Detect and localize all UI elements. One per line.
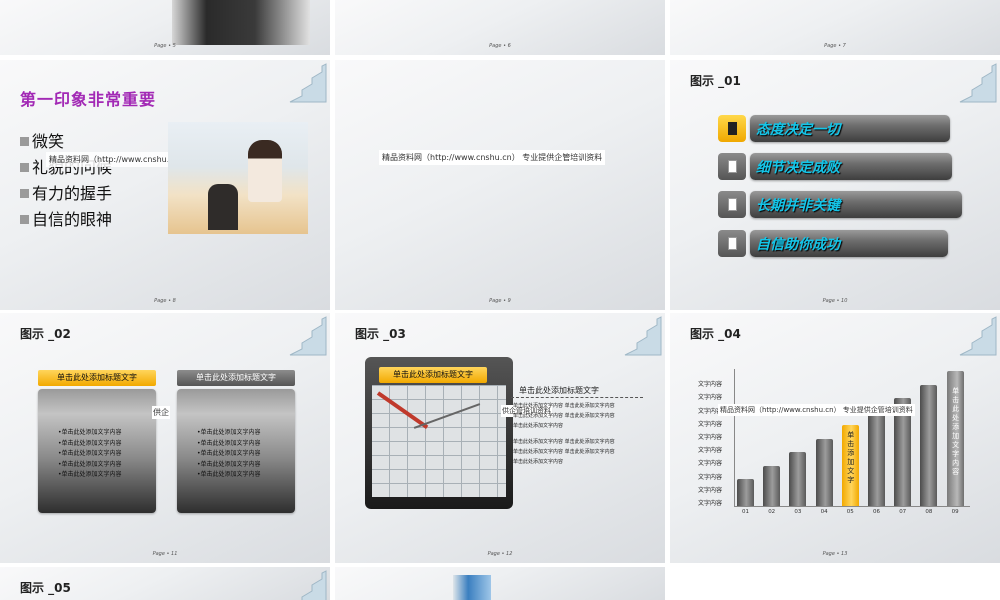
stairs-decoration-icon bbox=[301, 570, 327, 600]
slide-title: 图示 _05 bbox=[20, 581, 71, 595]
bullet-item: 微笑 bbox=[20, 128, 64, 152]
slide-thumb-5[interactable]: Page • 5 bbox=[0, 0, 330, 55]
slide-title: 图示 _02 bbox=[20, 327, 71, 341]
stairs-decoration-icon bbox=[959, 316, 997, 356]
section-title: 单击此处添加标题文字 bbox=[519, 386, 599, 395]
y-tick-label: 文字内容 bbox=[698, 381, 723, 389]
bullet-item: 自信的眼神 bbox=[20, 206, 112, 230]
bullet-list: •单击此处添加文字内容 •单击此处添加文字内容 •单击此处添加文字内容 •单击此处添加… bbox=[58, 429, 122, 478]
slide-thumb-10[interactable]: 图示 _01 态度决定一切 细节决定成败 长期并非关键 自信助你成功 Page … bbox=[670, 60, 1000, 310]
checkbox-icon bbox=[718, 153, 746, 180]
slide-thumb-14[interactable]: 图示 _05 bbox=[0, 567, 330, 600]
x-tick-label: 07 bbox=[899, 509, 907, 515]
dotted-divider bbox=[511, 397, 643, 398]
y-tick-label: 文字内容 bbox=[698, 394, 723, 402]
panel-header: 单击此处添加标题文字 bbox=[177, 370, 295, 386]
stairs-decoration-icon bbox=[959, 63, 997, 103]
bar-label: 单击此处添加文字内容 bbox=[952, 387, 960, 476]
y-tick-label: 文字内容 bbox=[698, 460, 723, 468]
slide-thumb-15[interactable] bbox=[335, 567, 665, 600]
statement-bar: 态度决定一切 bbox=[750, 115, 950, 142]
checkbox-icon bbox=[718, 115, 746, 142]
slide-thumb-11[interactable]: 图示 _02 单击此处添加标题文字 单击此处添加标题文字 供企 •单击此处添加文… bbox=[0, 313, 330, 563]
bullet-item: 有力的握手 bbox=[20, 180, 112, 204]
statement-bar: 长期并非关键 bbox=[750, 191, 962, 218]
statement-bar: 自信助你成功 bbox=[750, 230, 948, 257]
page-number: Page • 11 bbox=[152, 551, 178, 557]
bar-label: 单击添加文字 bbox=[847, 431, 855, 484]
watermark-text: 精品资料网（http://www.cnshu.cn） 专业提供企管培训资料 bbox=[379, 150, 606, 165]
slide-thumb-8[interactable]: 第一印象非常重要 微笑 礼貌的问候 有力的握手 自信的眼神 精品资料网（http… bbox=[0, 60, 330, 310]
stairs-decoration-icon bbox=[289, 63, 327, 103]
x-tick-label: 04 bbox=[820, 509, 828, 515]
y-tick-label: 文字内容 bbox=[698, 486, 723, 494]
slide-title: 图示 _04 bbox=[690, 327, 741, 341]
blueprint-image bbox=[372, 385, 506, 497]
slide-title: 图示 _01 bbox=[690, 74, 741, 88]
slide-thumb-6[interactable]: Page • 6 bbox=[335, 0, 665, 55]
image-frame: 单击此处添加标题文字 bbox=[365, 357, 513, 509]
y-tick-label: 文字内容 bbox=[698, 473, 723, 481]
x-axis bbox=[734, 506, 970, 507]
slide-thumb-13[interactable]: 图示 _04 文字内容 文字内容 文字内容 文字内容 文字内容 文字内容 文字内容 文字内容文… bbox=[670, 313, 1000, 563]
bar-01 bbox=[737, 479, 754, 506]
x-tick-label: 03 bbox=[794, 509, 802, 515]
bar-08 bbox=[920, 384, 938, 506]
y-tick-label: 文字内容 bbox=[698, 434, 723, 441]
page-number: Page • 9 bbox=[489, 298, 511, 304]
slide-thumb-7[interactable]: Page • 7 bbox=[670, 0, 1000, 55]
bullet-list: •单击此处添加文字内容 •单击此处添加文字内容 •单击此处添加文字内容 •单击此处添加… bbox=[197, 429, 261, 478]
page-number: Page • 10 bbox=[822, 298, 848, 304]
statement-bar: 细节决定成败 bbox=[750, 153, 952, 180]
page-number: Page • 5 bbox=[154, 43, 176, 49]
stairs-decoration-icon bbox=[289, 316, 327, 356]
slide-photo bbox=[172, 0, 310, 45]
office-photo bbox=[168, 122, 308, 234]
x-tick-label: 08 bbox=[925, 509, 933, 515]
bar-06 bbox=[868, 411, 885, 506]
content-list: 单击此处添加文字内容 单击此处添加文字内容 单击此处添加文字内容 单击此处添加文… bbox=[513, 403, 615, 465]
watermark-text: 精品资料网（http://www.cnshu.cn） 专业提供企管培训资料 bbox=[718, 404, 915, 416]
watermark-text: 供企 bbox=[152, 406, 170, 419]
page-number: Page • 12 bbox=[487, 551, 513, 557]
y-axis bbox=[734, 369, 735, 506]
x-tick-label: 01 bbox=[742, 509, 749, 515]
y-tick-label: 文字内容 bbox=[698, 420, 723, 428]
x-tick-label: 06 bbox=[873, 509, 880, 515]
slide-thumb-9[interactable]: 精品资料网（http://www.cnshu.cn） 专业提供企管培训资料 Pa… bbox=[335, 60, 665, 310]
page-number: Page • 13 bbox=[822, 551, 848, 557]
x-tick-label: 02 bbox=[768, 509, 776, 515]
y-tick-label: 文字内容 bbox=[698, 447, 723, 455]
page-number: Page • 6 bbox=[489, 43, 511, 49]
panel-header: 单击此处添加标题文字 bbox=[38, 370, 156, 386]
slide-thumb-12[interactable]: 图示 _03 单击此处添加标题文字 单击此处添加标题文字 供企管培训资料 单击此… bbox=[335, 313, 665, 563]
frame-header: 单击此处添加标题文字 bbox=[379, 367, 487, 383]
y-tick-label: 文字内容 bbox=[698, 500, 723, 507]
x-tick-label: 05 bbox=[846, 509, 854, 515]
checkbox-icon bbox=[718, 191, 746, 218]
bar-03 bbox=[789, 452, 807, 506]
slide-title: 第一印象非常重要 bbox=[20, 90, 157, 109]
door-image bbox=[453, 575, 491, 600]
x-tick-label: 09 bbox=[951, 509, 959, 515]
bar-02 bbox=[763, 465, 781, 506]
slide-title: 图示 _03 bbox=[355, 327, 406, 341]
stairs-decoration-icon bbox=[624, 316, 662, 356]
bar-04 bbox=[815, 438, 833, 506]
checkbox-icon bbox=[718, 230, 746, 257]
page-number: Page • 8 bbox=[154, 298, 176, 304]
page-number: Page • 7 bbox=[824, 43, 846, 49]
